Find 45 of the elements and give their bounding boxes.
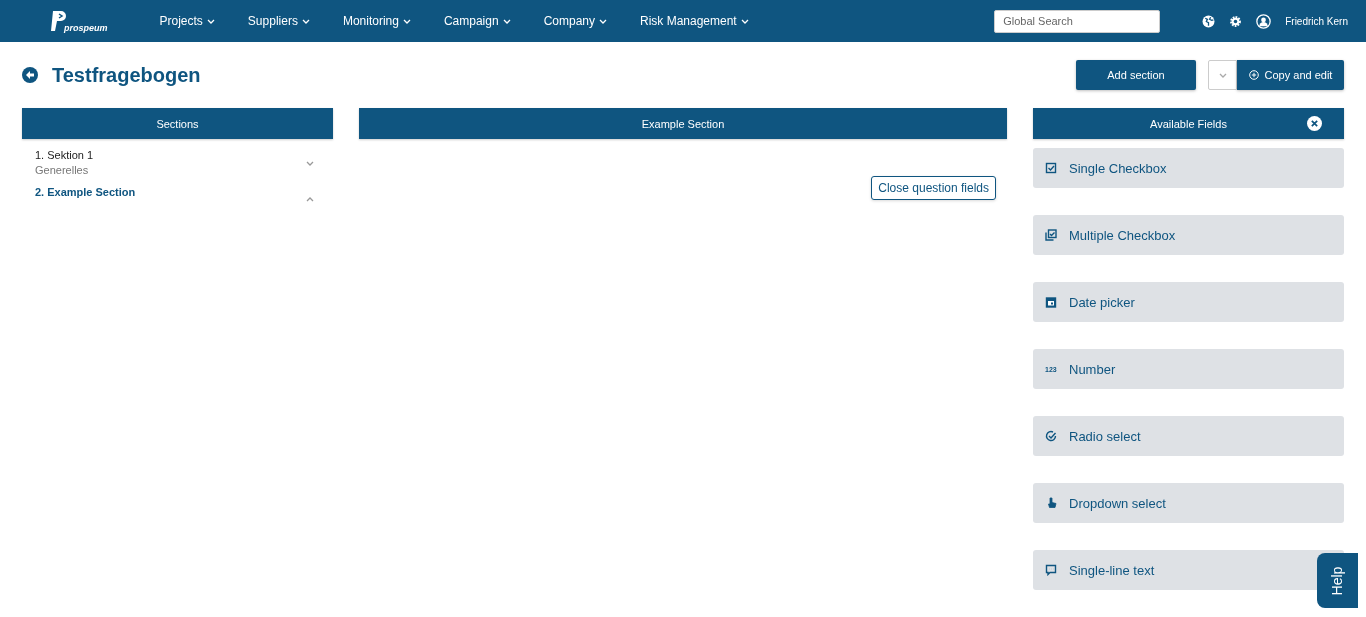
- close-icon[interactable]: [1307, 116, 1322, 131]
- speech-bubble-icon: [1045, 564, 1057, 576]
- pointing-hand-icon: [1045, 497, 1057, 509]
- user-name[interactable]: Friedrich Kern: [1285, 15, 1348, 27]
- check-circle-icon: [1045, 430, 1057, 442]
- section-item[interactable]: 1. Sektion 1: [35, 149, 94, 161]
- stacked-checkbox-icon: [1045, 229, 1057, 241]
- chevron-down-icon: [1218, 72, 1227, 78]
- field-type-item[interactable]: Date picker: [1033, 282, 1344, 322]
- copy-and-edit-button[interactable]: Copy and edit: [1237, 60, 1344, 90]
- chevron-down-icon: [206, 18, 215, 24]
- add-section-button[interactable]: Add section: [1076, 60, 1196, 90]
- help-tab[interactable]: Help: [1317, 553, 1358, 608]
- chevron-down-icon: [402, 18, 411, 24]
- field-type-item[interactable]: Dropdown select: [1033, 483, 1344, 523]
- nav-menu-item[interactable]: Projects: [143, 14, 232, 28]
- global-search-field[interactable]: Global Search: [994, 9, 1161, 33]
- chevron-up-icon: [306, 197, 314, 202]
- sections-header: Sections: [22, 108, 333, 139]
- settings-icon[interactable]: [1229, 14, 1243, 28]
- chevron-down-icon: [599, 18, 607, 24]
- nav-menu-item[interactable]: Monitoring: [326, 14, 428, 28]
- plus-circle-icon: [1248, 70, 1259, 80]
- chevron-down-icon: [502, 18, 511, 24]
- nav-menu-item[interactable]: Company: [527, 14, 624, 28]
- section-subtitle: Generelles: [35, 164, 90, 176]
- chevron-down-icon: [740, 18, 749, 24]
- field-type-item[interactable]: Multiple Checkbox: [1033, 215, 1344, 255]
- field-type-item[interactable]: Radio select: [1033, 416, 1344, 456]
- field-type-item[interactable]: Single Checkbox: [1033, 148, 1344, 188]
- nav-menu-item[interactable]: Risk Management: [623, 14, 766, 28]
- editor-header: Example Section: [359, 108, 1007, 139]
- nav-menu-item[interactable]: Suppliers: [231, 14, 327, 28]
- chevron-down-icon: [306, 161, 314, 166]
- page-title: Testfragebogen: [52, 63, 201, 87]
- calendar-icon: [1045, 296, 1057, 308]
- dropdown-toggle-button[interactable]: [1208, 60, 1237, 90]
- logo[interactable]: prospeum: [50, 9, 143, 33]
- chevron-down-icon: [301, 18, 310, 24]
- nav-menu-item[interactable]: Campaign: [427, 14, 528, 28]
- section-item[interactable]: 2. Example Section: [35, 186, 136, 198]
- checkbox-icon: [1045, 162, 1057, 174]
- user-avatar-icon[interactable]: [1256, 13, 1272, 29]
- panel-title: Available Fields: [1150, 117, 1227, 130]
- close-question-fields-button[interactable]: Close question fields: [871, 176, 996, 200]
